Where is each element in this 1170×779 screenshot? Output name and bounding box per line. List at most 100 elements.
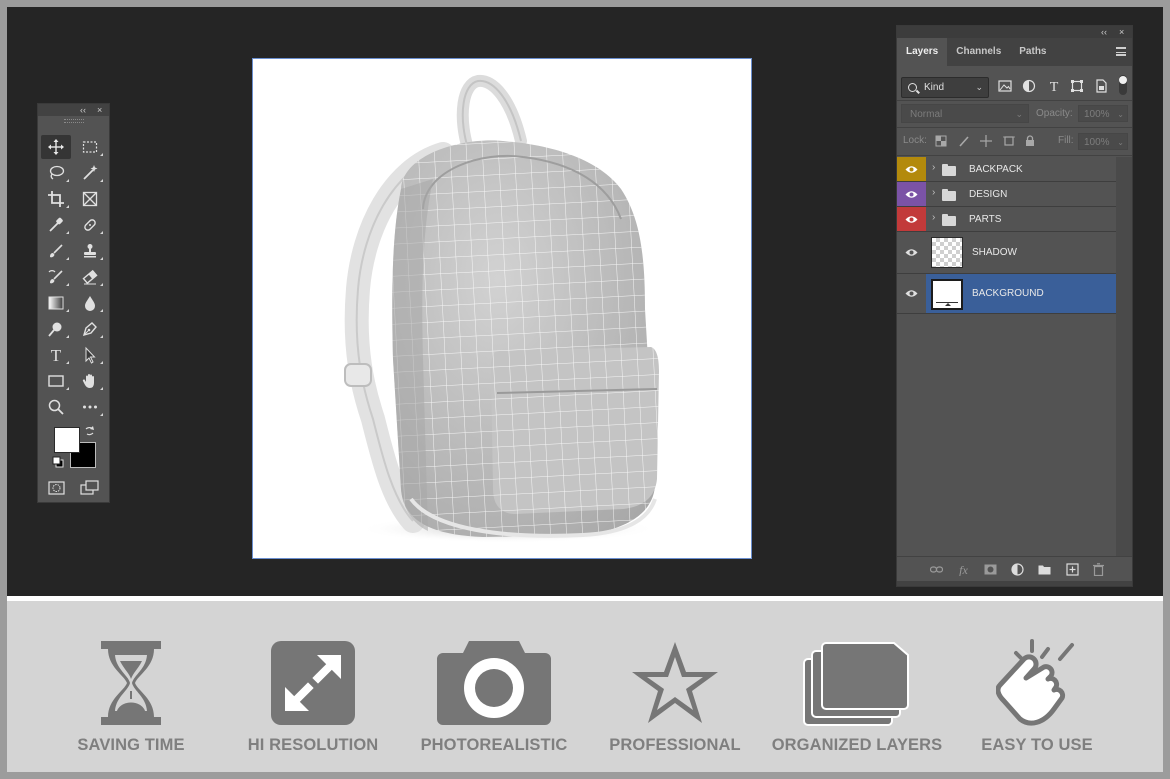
close-panel-button[interactable]: ×: [1119, 26, 1124, 38]
eraser-tool-icon[interactable]: [75, 265, 105, 289]
blend-mode-select[interactable]: Normal ⌄: [901, 104, 1029, 123]
expand-group-icon[interactable]: ›: [932, 187, 935, 198]
layer-row-backpack[interactable]: › BACKPACK: [897, 157, 1116, 182]
feature-label: HI RESOLUTION: [247, 736, 379, 754]
magic-wand-tool-icon[interactable]: [75, 161, 105, 185]
tab-paths[interactable]: Paths: [1010, 38, 1055, 66]
gradient-tool-icon[interactable]: [41, 291, 71, 315]
screen-mode-icon[interactable]: [80, 480, 99, 496]
visibility-eye-icon[interactable]: [897, 157, 926, 181]
more-tools-icon[interactable]: [75, 395, 105, 419]
new-layer-icon[interactable]: [1066, 563, 1079, 576]
brush-tool-icon[interactable]: [41, 239, 71, 263]
filter-toggle[interactable]: [1119, 75, 1127, 95]
lock-transparent-pixels-icon[interactable]: [935, 135, 947, 147]
healing-brush-tool-icon[interactable]: [75, 213, 105, 237]
tab-channels[interactable]: Channels: [947, 38, 1010, 66]
fill-field[interactable]: 100% ⌄: [1078, 133, 1128, 150]
divider: [897, 127, 1132, 128]
lasso-tool-icon[interactable]: [41, 161, 71, 185]
chevron-down-icon: ⌄: [1117, 138, 1124, 147]
fill-value: 100%: [1084, 137, 1110, 148]
expand-group-icon[interactable]: ›: [932, 212, 935, 223]
new-group-folder-icon[interactable]: [1038, 563, 1051, 576]
divider: [897, 155, 1132, 156]
default-colors-icon[interactable]: [52, 456, 64, 468]
svg-text:fx: fx: [959, 563, 968, 576]
tab-layers[interactable]: Layers: [897, 38, 948, 66]
zoom-tool-icon[interactable]: [41, 395, 71, 419]
visibility-eye-icon[interactable]: [897, 232, 926, 273]
layer-thumbnail: [931, 279, 963, 310]
layer-name: SHADOW: [972, 247, 1017, 258]
folder-icon: [942, 189, 956, 201]
feature-easy-to-use: EASY TO USE: [947, 601, 1127, 772]
backpack-mockup-image: [344, 74, 659, 543]
lock-artboard-icon[interactable]: [1003, 135, 1015, 147]
panel-menu-icon[interactable]: [1116, 47, 1126, 56]
add-mask-icon[interactable]: [984, 563, 997, 576]
layer-row-design[interactable]: › DESIGN: [897, 182, 1116, 207]
visibility-eye-icon[interactable]: [897, 182, 926, 206]
lock-image-pixels-icon[interactable]: [958, 135, 970, 147]
clone-stamp-tool-icon[interactable]: [75, 239, 105, 263]
layer-thumbnail: [931, 237, 963, 268]
layers-panel-header: ‹‹ ×: [897, 26, 1132, 38]
collapse-panel-button[interactable]: ‹‹: [1101, 26, 1107, 38]
lock-position-icon[interactable]: [980, 135, 992, 147]
tools-panel-header: ‹‹ ×: [38, 104, 109, 116]
visibility-eye-icon[interactable]: [897, 207, 926, 231]
smart-object-filter-icon[interactable]: [1094, 79, 1108, 93]
features-strip: SAVING TIME HI RESOLUTION PHOTOREALISTIC…: [7, 601, 1163, 772]
crop-tool-icon[interactable]: [41, 187, 71, 211]
expand-group-icon[interactable]: ›: [932, 162, 935, 173]
collapse-panel-button[interactable]: ‹‹: [80, 104, 86, 116]
foreground-color-swatch[interactable]: [54, 427, 80, 453]
close-panel-button[interactable]: ×: [97, 104, 102, 116]
tools-panel-grip[interactable]: [38, 116, 109, 124]
adjustment-layer-filter-icon[interactable]: [1022, 79, 1036, 93]
layer-row-background[interactable]: BACKGROUND: [897, 274, 1116, 314]
pixel-layer-filter-icon[interactable]: [998, 79, 1012, 93]
frame-tool-icon[interactable]: [75, 187, 105, 211]
hourglass-icon: [101, 641, 161, 725]
delete-layer-trash-icon[interactable]: [1092, 563, 1105, 576]
svg-text:T: T: [1050, 80, 1059, 93]
tap-hand-icon: [996, 639, 1074, 726]
rectangle-tool-icon[interactable]: [41, 369, 71, 393]
layer-row-parts[interactable]: › PARTS: [897, 207, 1116, 232]
layer-style-fx-icon[interactable]: fx: [957, 563, 970, 576]
star-icon: [632, 642, 718, 723]
dodge-tool-icon[interactable]: [41, 317, 71, 341]
feature-label: PHOTOREALISTIC: [420, 736, 568, 754]
shape-layer-filter-icon[interactable]: [1070, 79, 1084, 93]
path-selection-tool-icon[interactable]: [75, 343, 105, 367]
type-tool-icon[interactable]: T: [41, 343, 71, 367]
blur-tool-icon[interactable]: [75, 291, 105, 315]
new-adjustment-layer-icon[interactable]: [1011, 563, 1024, 576]
visibility-eye-icon[interactable]: [897, 274, 926, 313]
eyedropper-tool-icon[interactable]: [41, 213, 71, 237]
layers-scrollbar[interactable]: [1116, 157, 1132, 556]
history-brush-tool-icon[interactable]: [41, 265, 71, 289]
hand-tool-icon[interactable]: [75, 369, 105, 393]
feature-organized-layers: ORGANIZED LAYERS: [767, 601, 947, 772]
link-layers-icon[interactable]: [930, 563, 943, 576]
move-tool-icon[interactable]: [41, 135, 71, 159]
marquee-tool-icon[interactable]: [75, 135, 105, 159]
divider: [897, 100, 1132, 101]
swap-colors-icon[interactable]: [84, 425, 96, 437]
filter-kind-select[interactable]: Kind ⌄: [901, 77, 989, 98]
blend-mode-value: Normal: [910, 109, 943, 120]
opacity-value: 100%: [1084, 109, 1110, 120]
type-layer-filter-icon[interactable]: T: [1047, 79, 1061, 93]
layer-row-shadow[interactable]: SHADOW: [897, 232, 1116, 274]
layer-name: DESIGN: [969, 189, 1008, 200]
layers-panel-footer: fx: [897, 556, 1132, 582]
quick-mask-icon[interactable]: [48, 481, 65, 495]
pen-tool-icon[interactable]: [75, 317, 105, 341]
lock-all-icon[interactable]: [1024, 135, 1036, 147]
panel-resize-handle[interactable]: [897, 581, 1132, 586]
document-canvas[interactable]: [252, 58, 752, 559]
opacity-field[interactable]: 100% ⌄: [1078, 105, 1128, 122]
